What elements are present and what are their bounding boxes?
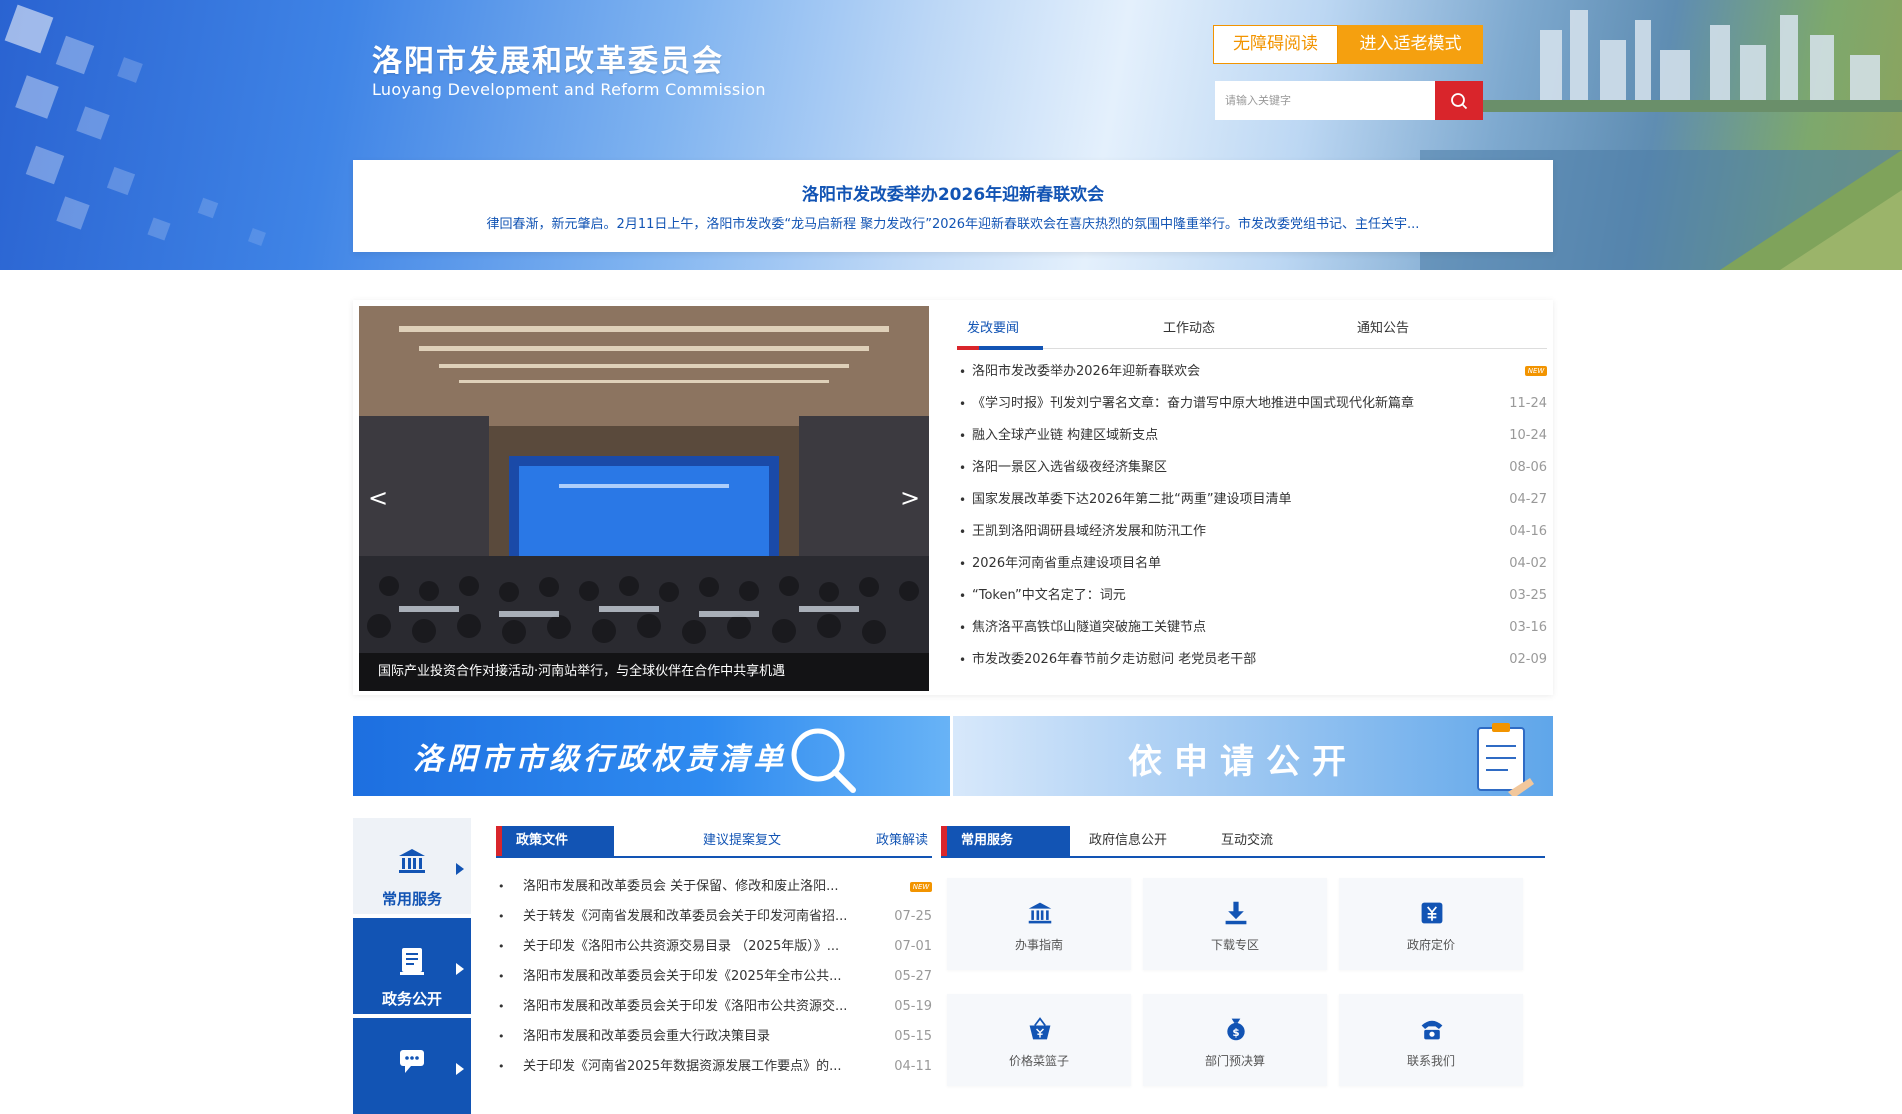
chevron-right-icon <box>456 1063 464 1075</box>
list-item[interactable]: • 关于印发《洛阳市公共资源交易目录 （2025年版）》... 07-01 <box>496 932 932 962</box>
service-tile-budget[interactable]: $ 部门预决算 <box>1143 994 1327 1086</box>
yuan-icon <box>1421 902 1443 924</box>
search-icon <box>1451 92 1468 109</box>
tab-gov-info-disclosure[interactable]: 政府信息公开 <box>1089 826 1167 856</box>
list-item[interactable]: • 国家发展改革委下达2026年第二批“两重”建设项目清单 04-27 <box>957 484 1547 516</box>
tab-proposal-replies[interactable]: 建议提案复文 <box>703 826 781 856</box>
side-nav: 常用服务 政务公开 <box>353 818 471 1114</box>
service-panel: 常用服务 政府信息公开 互动交流 办事指南 下载专区 政府定价 价格菜篮子 $ … <box>941 826 1545 1086</box>
bank-icon <box>1028 902 1052 924</box>
list-item[interactable]: • 洛阳市发展和改革委员会重大行政决策目录 05-15 <box>496 1022 932 1052</box>
tab-common-services[interactable]: 常用服务 <box>941 826 1070 856</box>
clipboard-icon <box>1477 723 1534 796</box>
tab-news-highlights[interactable]: 发改要闻 <box>967 315 1019 349</box>
service-tile-download[interactable]: 下载专区 <box>1143 878 1327 970</box>
service-tile-pricing[interactable]: 政府定价 <box>1339 878 1523 970</box>
list-item[interactable]: • 洛阳市发展和改革委员会 关于保留、修改和废止洛阳... NEW <box>496 872 932 902</box>
list-item[interactable]: • 洛阳一景区入选省级夜经济集聚区 08-06 <box>957 452 1547 484</box>
list-item[interactable]: • 关于印发《河南省2025年数据资源发展工作要点》的... 04-11 <box>496 1052 932 1082</box>
phone-icon <box>1421 1020 1443 1040</box>
search-input[interactable] <box>1215 81 1435 120</box>
list-item[interactable]: • 洛阳市发改委举办2026年迎新春联欢会 NEW <box>957 356 1547 388</box>
list-item[interactable]: • 洛阳市发展和改革委员会关于印发《洛阳市公共资源交... 05-19 <box>496 992 932 1022</box>
new-badge: NEW <box>910 882 932 892</box>
policy-tabs: 政策文件 建议提案复文 政策解读 <box>496 826 932 858</box>
list-item[interactable]: • “Token”中文名定了：词元 03-25 <box>957 580 1547 612</box>
news-panel: < > 国际产业投资合作对接活动·河南站举行，与全球伙伴在合作中共享机遇 发改要… <box>353 300 1553 695</box>
bank-icon <box>399 849 425 873</box>
side-nav-common-services[interactable]: 常用服务 <box>353 818 471 914</box>
service-tile-contact[interactable]: 联系我们 <box>1339 994 1523 1086</box>
chevron-right-icon <box>456 863 464 875</box>
power-list-banner[interactable]: 洛阳市市级行政权责清单 <box>353 716 950 796</box>
basket-icon <box>1029 1017 1051 1040</box>
side-nav-label: 常用服务 <box>381 890 442 908</box>
list-item[interactable]: • 市发改委2026年春节前夕走访慰问 老党员老干部 02-09 <box>957 644 1547 676</box>
policy-list: • 洛阳市发展和改革委员会 关于保留、修改和废止洛阳... NEW • 关于转发《河南… <box>496 872 932 1082</box>
tab-policy-documents[interactable]: 政策文件 <box>496 826 614 856</box>
list-item[interactable]: • 《学习时报》刊发刘宁署名文章：奋力谱写中原大地推进中国式现代化新篇章 11-24 <box>957 388 1547 420</box>
service-tile-basket[interactable]: 价格菜篮子 <box>947 994 1131 1086</box>
carousel-caption[interactable]: 国际产业投资合作对接活动·河南站举行，与全球伙伴在合作中共享机遇 <box>359 653 929 691</box>
list-item[interactable]: • 融入全球产业链 构建区域新支点 10-24 <box>957 420 1547 452</box>
active-tab-indicator <box>957 346 1043 350</box>
tab-notices[interactable]: 通知公告 <box>1357 315 1409 349</box>
list-item[interactable]: • 2026年河南省重点建设项目名单 04-02 <box>957 548 1547 580</box>
magnifier-icon <box>791 728 856 793</box>
accessible-reading-button[interactable]: 无障碍阅读 <box>1213 25 1338 64</box>
svg-text:$: $ <box>1232 1027 1239 1039</box>
tab-work-updates[interactable]: 工作动态 <box>1163 315 1215 349</box>
side-nav-gov-affairs[interactable]: 政务公开 <box>353 918 471 1014</box>
carousel-next-button[interactable]: > <box>895 478 925 518</box>
list-item[interactable]: • 关于转发《河南省发展和改革委员会关于印发河南省招... 07-25 <box>496 902 932 932</box>
elder-mode-button[interactable]: 进入适老模式 <box>1338 25 1483 64</box>
side-nav-interaction[interactable] <box>353 1018 471 1114</box>
apply-disclosure-banner-text: 依申请公开 <box>1128 742 1358 782</box>
site-subtitle: Luoyang Development and Reform Commissio… <box>372 80 766 99</box>
tab-interaction[interactable]: 互动交流 <box>1221 826 1273 856</box>
conference-photo <box>359 306 929 691</box>
carousel-prev-button[interactable]: < <box>363 478 393 518</box>
policy-panel: 政策文件 建议提案复文 政策解读 • 洛阳市发展和改革委员会 关于保留、修改和废止… <box>496 826 932 1080</box>
headline-summary: 律回春渐，新元肇启。2月11日上午，洛阳市发改委“龙马启新程 聚力发改行”202… <box>486 217 1420 232</box>
tab-policy-interpretation[interactable]: 政策解读 <box>876 826 928 856</box>
document-icon <box>400 948 424 975</box>
side-nav-label: 政务公开 <box>381 990 442 1008</box>
new-badge: NEW <box>1525 366 1547 376</box>
service-tabs: 常用服务 政府信息公开 互动交流 <box>941 826 1545 858</box>
headline-title[interactable]: 洛阳市发改委举办2026年迎新春联欢会 <box>353 180 1553 205</box>
list-item[interactable]: • 王凯到洛阳调研县域经济发展和防汛工作 04-16 <box>957 516 1547 548</box>
search-button[interactable] <box>1435 81 1483 120</box>
news-list: • 洛阳市发改委举办2026年迎新春联欢会 NEW • 《学习时报》刊发刘宁署名文章：… <box>957 356 1547 676</box>
site-title: 洛阳市发展和改革委员会 <box>372 44 724 79</box>
chevron-right-icon <box>456 963 464 975</box>
chat-icon <box>400 1050 424 1073</box>
download-icon <box>1225 901 1247 925</box>
list-item[interactable]: • 焦济洛平高铁邙山隧道突破施工关键节点 03-16 <box>957 612 1547 644</box>
headline-card[interactable]: 洛阳市发改委举办2026年迎新春联欢会 律回春渐，新元肇启。2月11日上午，洛阳… <box>353 160 1553 252</box>
news-tabs: 发改要闻 工作动态 通知公告 <box>957 315 1547 350</box>
service-tile-guide[interactable]: 办事指南 <box>947 878 1131 970</box>
moneybag-icon: $ <box>1227 1018 1245 1041</box>
power-list-banner-text: 洛阳市市级行政权责清单 <box>413 742 787 777</box>
apply-disclosure-banner[interactable]: 依申请公开 <box>953 716 1553 796</box>
list-item[interactable]: • 洛阳市发展和改革委员会关于印发《2025年全市公共... 05-27 <box>496 962 932 992</box>
photo-carousel[interactable]: < > 国际产业投资合作对接活动·河南站举行，与全球伙伴在合作中共享机遇 <box>359 306 929 691</box>
